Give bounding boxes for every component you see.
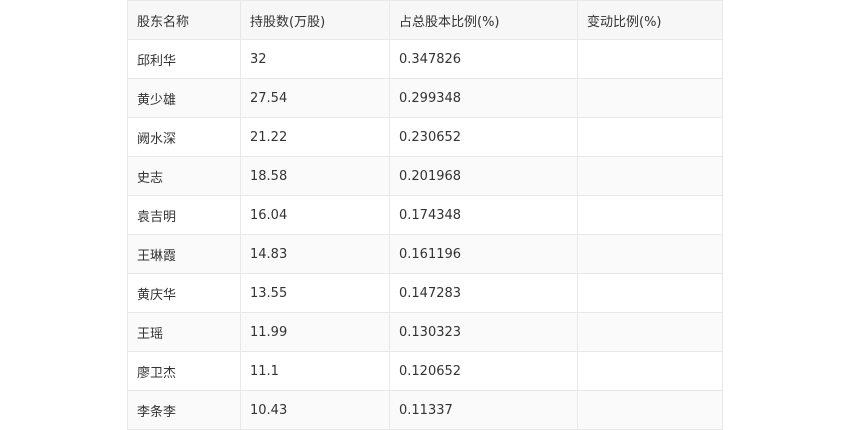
cell-shares-held: 11.99	[240, 312, 390, 352]
cell-shareholder-name: 黄少雄	[127, 78, 241, 118]
table-row: 黄庆华 13.55 0.147283	[127, 273, 723, 313]
cell-share-ratio: 0.161196	[389, 234, 578, 274]
cell-share-ratio: 0.201968	[389, 156, 578, 196]
cell-shares-held: 13.55	[240, 273, 390, 313]
cell-shareholder-name: 史志	[127, 156, 241, 196]
cell-change-ratio	[577, 273, 723, 313]
cell-share-ratio: 0.120652	[389, 351, 578, 391]
cell-change-ratio	[577, 351, 723, 391]
cell-shareholder-name: 王瑶	[127, 312, 241, 352]
cell-shareholder-name: 李条李	[127, 390, 241, 430]
cell-shares-held: 18.58	[240, 156, 390, 196]
cell-shares-held: 14.83	[240, 234, 390, 274]
table-row: 史志 18.58 0.201968	[127, 156, 723, 196]
header-change-ratio: 变动比例(%)	[577, 0, 723, 40]
cell-share-ratio: 0.299348	[389, 78, 578, 118]
header-shares-held: 持股数(万股)	[240, 0, 390, 40]
cell-change-ratio	[577, 78, 723, 118]
table-row: 邱利华 32 0.347826	[127, 39, 723, 79]
cell-change-ratio	[577, 39, 723, 79]
cell-change-ratio	[577, 156, 723, 196]
cell-shareholder-name: 袁吉明	[127, 195, 241, 235]
cell-shares-held: 10.43	[240, 390, 390, 430]
cell-share-ratio: 0.130323	[389, 312, 578, 352]
cell-shares-held: 16.04	[240, 195, 390, 235]
table-header: 股东名称 持股数(万股) 占总股本比例(%) 变动比例(%)	[127, 0, 723, 40]
cell-shareholder-name: 黄庆华	[127, 273, 241, 313]
cell-shareholder-name: 邱利华	[127, 39, 241, 79]
shareholder-table: 股东名称 持股数(万股) 占总股本比例(%) 变动比例(%) 邱利华 32 0.34…	[127, 0, 723, 430]
cell-shareholder-name: 廖卫杰	[127, 351, 241, 391]
table-row: 王瑶 11.99 0.130323	[127, 312, 723, 352]
cell-shares-held: 11.1	[240, 351, 390, 391]
shareholder-table-container: 股东名称 持股数(万股) 占总股本比例(%) 变动比例(%) 邱利华 32 0.34…	[127, 0, 723, 430]
cell-share-ratio: 0.230652	[389, 117, 578, 157]
cell-share-ratio: 0.11337	[389, 390, 578, 430]
table-row: 王琳霞 14.83 0.161196	[127, 234, 723, 274]
cell-change-ratio	[577, 117, 723, 157]
cell-shares-held: 21.22	[240, 117, 390, 157]
cell-share-ratio: 0.347826	[389, 39, 578, 79]
table-row: 廖卫杰 11.1 0.120652	[127, 351, 723, 391]
table-row: 阙水深 21.22 0.230652	[127, 117, 723, 157]
header-row: 股东名称 持股数(万股) 占总股本比例(%) 变动比例(%)	[127, 0, 723, 40]
table-row: 黄少雄 27.54 0.299348	[127, 78, 723, 118]
cell-share-ratio: 0.147283	[389, 273, 578, 313]
cell-shares-held: 27.54	[240, 78, 390, 118]
header-share-ratio: 占总股本比例(%)	[389, 0, 578, 40]
cell-change-ratio	[577, 390, 723, 430]
cell-shareholder-name: 阙水深	[127, 117, 241, 157]
cell-share-ratio: 0.174348	[389, 195, 578, 235]
cell-change-ratio	[577, 312, 723, 352]
table-body: 邱利华 32 0.347826 黄少雄 27.54 0.299348 阙水深 21.22 0.2…	[127, 39, 723, 430]
table-row: 袁吉明 16.04 0.174348	[127, 195, 723, 235]
cell-shareholder-name: 王琳霞	[127, 234, 241, 274]
cell-change-ratio	[577, 195, 723, 235]
header-shareholder-name: 股东名称	[127, 0, 241, 40]
cell-change-ratio	[577, 234, 723, 274]
cell-shares-held: 32	[240, 39, 390, 79]
table-row: 李条李 10.43 0.11337	[127, 390, 723, 430]
